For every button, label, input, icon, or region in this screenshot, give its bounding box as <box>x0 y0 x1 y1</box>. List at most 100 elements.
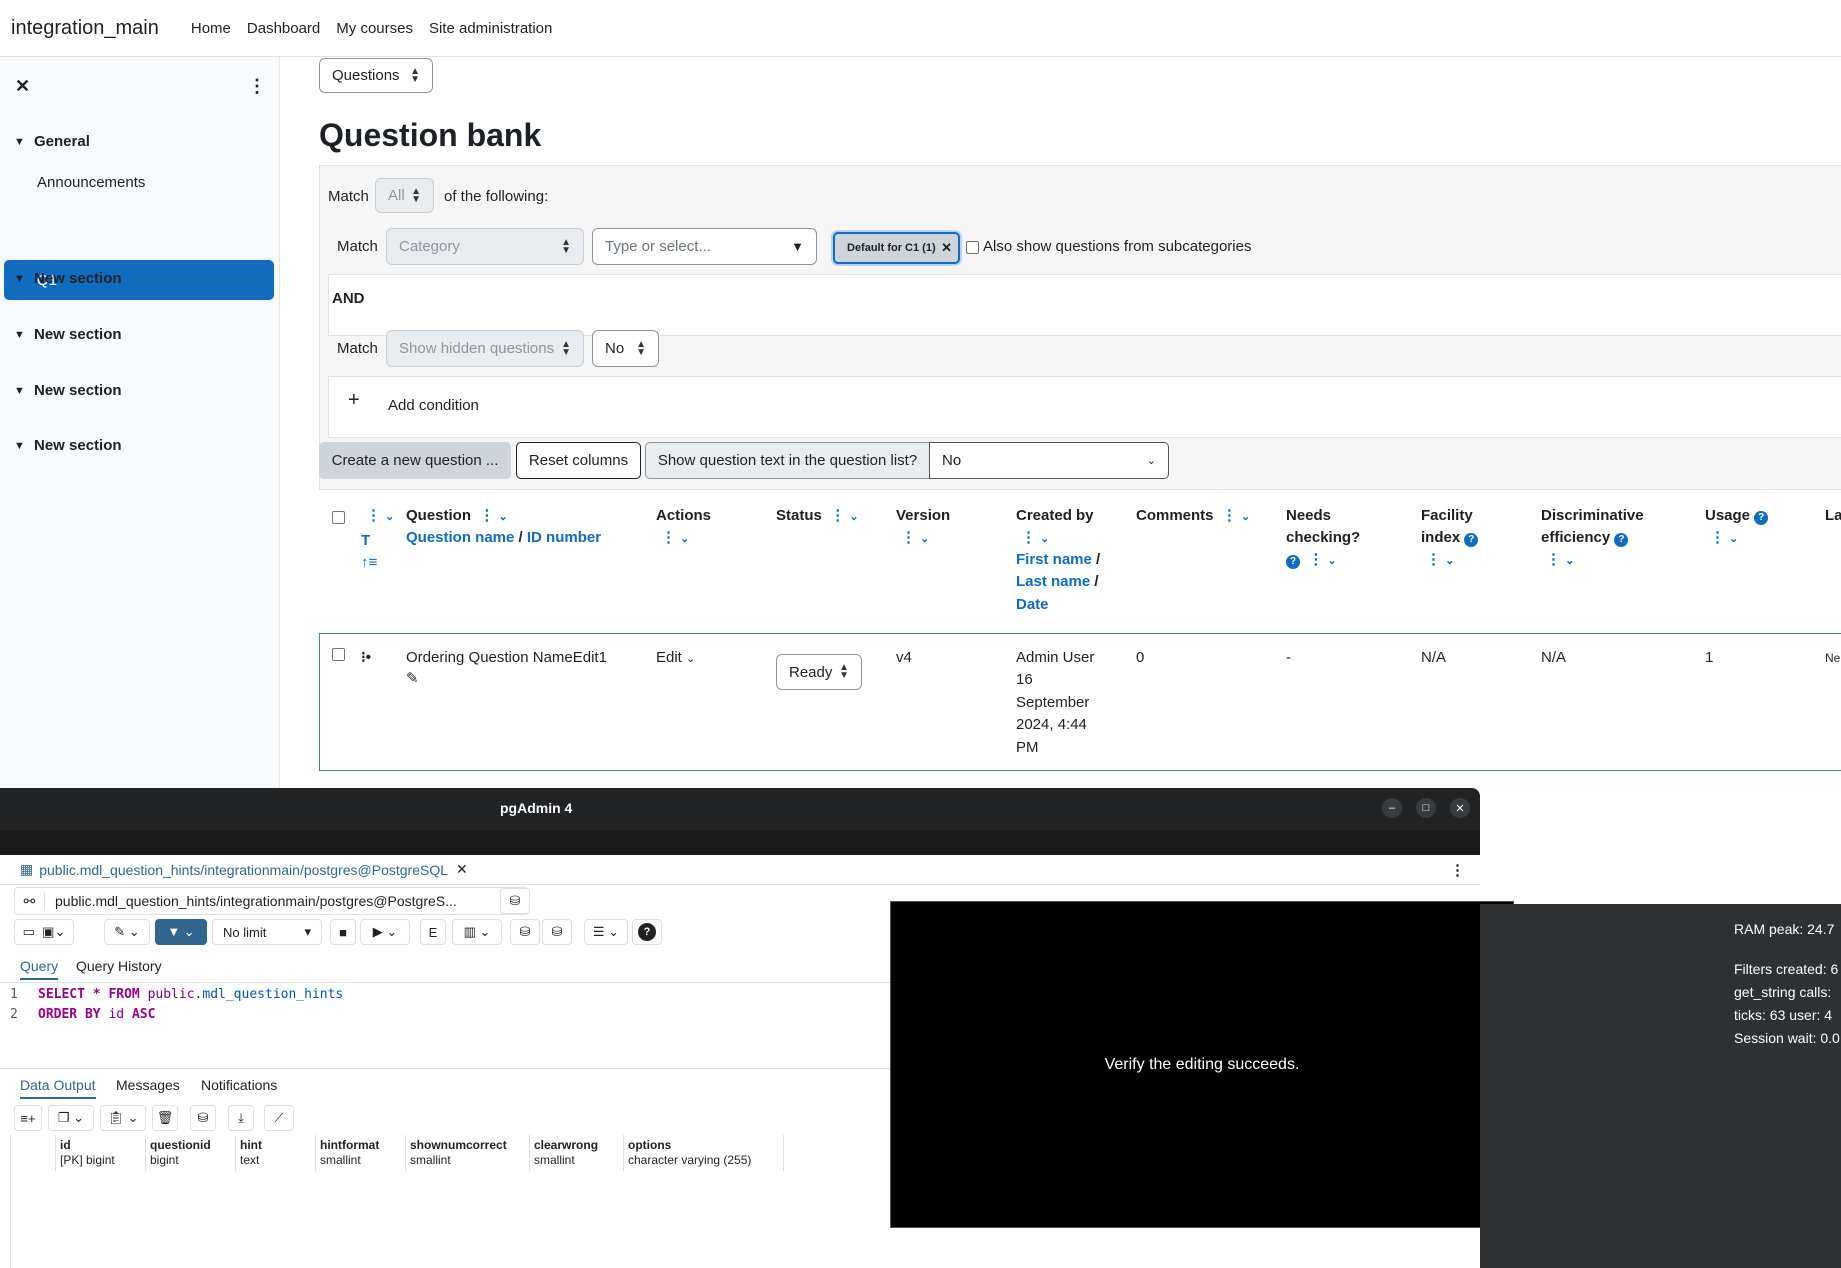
hidden-questions-select[interactable]: Show hidden questions ▲ ▼ <box>386 330 584 367</box>
edit-pencil-icon[interactable]: ✎ <box>406 668 419 690</box>
type-column-menu[interactable]: ⋮ ⌄ <box>366 505 394 528</box>
column-shownumcorrect[interactable]: shownumcorrect smallint <box>406 1135 530 1171</box>
help-icon[interactable]: ? <box>1754 511 1769 525</box>
site-brand[interactable]: integration_main <box>11 17 159 40</box>
add-row-icon[interactable]: ≡+ <box>14 1105 42 1131</box>
discriminative-menu[interactable]: ⋮ ⌄ <box>1546 549 1574 572</box>
section-general[interactable]: ▼ General <box>14 133 90 150</box>
messages-tab[interactable]: Messages <box>116 1077 180 1093</box>
created-by-menu[interactable]: ⋮ ⌄ <box>1021 527 1049 550</box>
nav-home[interactable]: Home <box>191 20 231 37</box>
match-all-select[interactable]: All ▲ ▼ <box>375 178 434 213</box>
hidden-value-select[interactable]: No ▲ ▼ <box>592 330 659 367</box>
session-wait: Session wait: 0.0 <box>1734 1030 1840 1046</box>
commit-icon[interactable]: ⛁ <box>510 919 540 945</box>
section-new-2[interactable]: ▼ New section <box>14 326 122 343</box>
connection-selector[interactable]: ⚯ public.mdl_question_hints/integrationm… <box>14 887 529 915</box>
usage-count-link[interactable]: 1 <box>1705 647 1713 669</box>
question-bank-nav-select[interactable]: Questions ▲ ▼ <box>319 58 433 93</box>
help-icon[interactable]: ? <box>1464 533 1479 547</box>
section-new-4[interactable]: ▼ New section <box>14 437 122 454</box>
add-condition-button[interactable]: Add condition <box>388 397 479 414</box>
needs-checking-menu[interactable]: ? ⋮ ⌄ <box>1286 549 1337 572</box>
get-string-calls: get_string calls: <box>1734 984 1832 1000</box>
explain-icon[interactable]: E <box>420 919 446 945</box>
query-tool-tab[interactable]: ▦ public.mdl_question_hints/integrationm… <box>12 861 468 878</box>
data-output-tab[interactable]: Data Output <box>20 1077 96 1099</box>
explain-analyze-icon[interactable]: ▥ ⌄ <box>452 919 502 945</box>
folder-icon[interactable]: ▭ <box>23 924 35 940</box>
graph-icon[interactable]: ⟋ <box>264 1105 294 1131</box>
select-all-checkbox[interactable] <box>332 511 345 524</box>
section-new-1[interactable]: ▼ New section <box>14 270 122 287</box>
save-data-icon[interactable]: ⛁ <box>190 1105 216 1131</box>
limit-select[interactable]: No limit ▾ <box>212 919 322 945</box>
sort-asc-icon[interactable]: ↑≡ <box>361 552 377 574</box>
more-options-icon[interactable]: ⋮ <box>1450 861 1465 879</box>
table-icon: ▦ <box>20 861 34 877</box>
help-icon[interactable]: ? <box>1286 555 1300 569</box>
query-history-subtab[interactable]: Query History <box>76 958 162 974</box>
open-save-group[interactable]: ▭ ▣ ⌄ <box>14 919 74 945</box>
facility-index-menu[interactable]: ⋮ ⌄ <box>1426 549 1454 572</box>
status-select[interactable]: Ready ▲ ▼ <box>776 654 862 690</box>
type-sort-link[interactable]: T <box>361 530 370 552</box>
row-checkbox[interactable] <box>332 648 345 661</box>
edit-action-menu[interactable]: Edit ⌄ <box>656 647 695 670</box>
drawer-menu-icon[interactable]: ⋮ <box>248 76 266 97</box>
category-select[interactable]: Category ▲ ▼ <box>386 228 584 265</box>
ram-peak: RAM peak: 24.7 <box>1734 921 1835 937</box>
window-title: pgAdmin 4 <box>500 800 573 816</box>
date-sort[interactable]: Date <box>1016 594 1049 616</box>
help-icon[interactable]: ? <box>1614 533 1629 547</box>
subcategories-checkbox[interactable] <box>966 241 979 254</box>
save-icon[interactable]: ▣ <box>42 924 54 940</box>
category-autocomplete[interactable]: Type or select... ▼ <box>592 228 817 265</box>
version-menu[interactable]: ⋮ ⌄ <box>901 527 929 550</box>
column-clearwrong[interactable]: clearwrong smallint <box>530 1135 624 1171</box>
column-id[interactable]: id [PK] bigint <box>56 1135 146 1171</box>
column-options[interactable]: options character varying (255) <box>624 1135 784 1171</box>
nav-my-courses[interactable]: My courses <box>336 20 413 37</box>
edit-pencil-icon[interactable]: ✎ ⌄ <box>104 919 150 945</box>
maximize-icon[interactable]: □ <box>1416 798 1436 818</box>
show-question-text-select[interactable]: No ⌄ <box>929 442 1169 479</box>
column-hintformat[interactable]: hintformat smallint <box>316 1135 406 1171</box>
minimize-icon[interactable]: – <box>1382 798 1402 818</box>
delete-icon[interactable]: 🗑︎ <box>152 1105 178 1131</box>
column-hint[interactable]: hint text <box>236 1135 316 1171</box>
column-questionid[interactable]: questionid bigint <box>146 1135 236 1171</box>
close-drawer-icon[interactable]: ✕ <box>15 76 30 97</box>
reset-columns-button[interactable]: Reset columns <box>516 442 641 479</box>
help-icon[interactable]: ? <box>632 919 662 945</box>
question-name-sort[interactable]: Question name / ID number <box>406 527 601 549</box>
paste-icon[interactable]: 📋︎ ⌄ <box>100 1105 146 1131</box>
selected-category-chip[interactable]: Default for C1 (1) ✕ <box>833 232 960 264</box>
rollback-icon[interactable]: ⛁ <box>542 919 572 945</box>
sql-editor[interactable]: 1 SELECT * FROM public.mdl_question_hints… <box>10 985 343 1025</box>
download-icon[interactable]: ⤓ <box>228 1105 254 1131</box>
close-window-icon[interactable]: ✕ <box>1450 798 1470 818</box>
macros-icon[interactable]: ☰ ⌄ <box>584 919 628 945</box>
remove-chip-icon[interactable]: ✕ <box>941 240 952 256</box>
plus-icon[interactable]: + <box>348 389 360 412</box>
execute-icon[interactable]: ▶ ⌄ <box>360 919 410 945</box>
comments-count-link[interactable]: 0 <box>1136 647 1144 669</box>
notifications-tab[interactable]: Notifications <box>201 1077 277 1093</box>
database-icon[interactable]: ⛁ <box>500 888 530 914</box>
stop-icon[interactable]: ■ <box>330 919 356 945</box>
actions-menu[interactable]: ⋮ ⌄ <box>661 527 689 550</box>
last-name-sort[interactable]: Last name / <box>1016 571 1099 593</box>
filter-icon[interactable]: ▼ ⌄ <box>155 919 207 945</box>
item-announcements[interactable]: Announcements <box>37 174 145 191</box>
query-subtab[interactable]: Query <box>20 958 59 980</box>
section-new-3[interactable]: ▼ New section <box>14 382 122 399</box>
copy-icon[interactable]: ❐ ⌄ <box>48 1105 94 1131</box>
usage-menu[interactable]: ⋮ ⌄ <box>1710 527 1738 550</box>
nav-site-administration[interactable]: Site administration <box>429 20 552 37</box>
close-tab-icon[interactable]: ✕ <box>456 861 468 878</box>
first-name-sort[interactable]: First name / <box>1016 549 1100 571</box>
create-question-button[interactable]: Create a new question ... <box>319 442 511 479</box>
chevron-down-icon: ▼ <box>14 439 25 452</box>
nav-dashboard[interactable]: Dashboard <box>247 20 320 37</box>
